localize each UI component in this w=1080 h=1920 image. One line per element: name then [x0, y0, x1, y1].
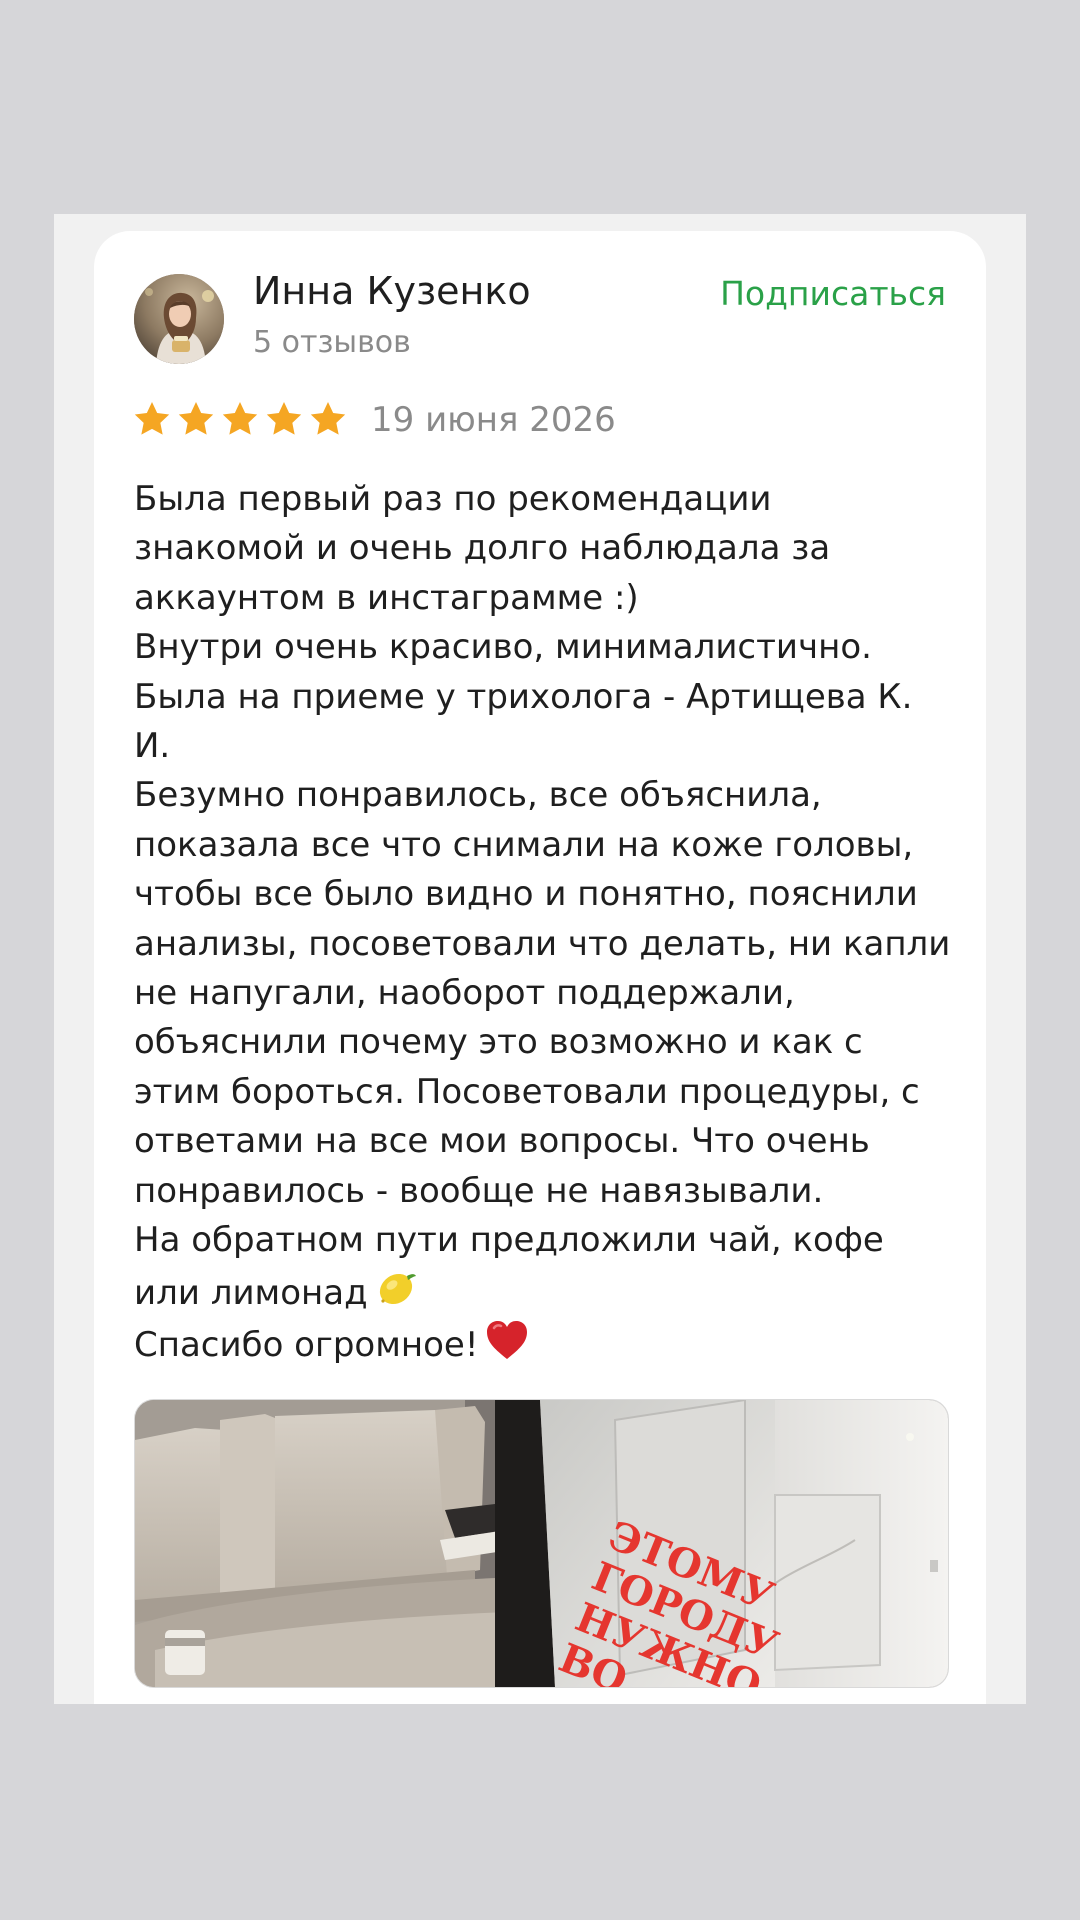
star-icon — [308, 399, 348, 443]
review-text-line: Внутри очень красиво, минималистично. — [134, 623, 954, 672]
review-date: 19 июня 2026 — [371, 400, 616, 440]
review-text-line: анализы, посоветовали что делать, ни кап… — [134, 920, 954, 969]
review-text-segment: ответами на все мои вопросы. Что очень — [134, 1121, 870, 1162]
review-text-line: показала все что снимали на коже головы, — [134, 821, 954, 870]
review-text-segment: этим бороться. Посоветовали процедуры, с — [134, 1071, 920, 1112]
star-icon — [264, 399, 304, 443]
author-avatar[interactable] — [134, 274, 224, 364]
star-icon — [220, 399, 260, 443]
subscribe-button[interactable]: Подписаться — [720, 274, 946, 313]
review-text-segment: или лимонад — [134, 1272, 368, 1313]
review-text-segment: Внутри очень красиво, минималистично. — [134, 627, 872, 668]
review-text-segment: Безумно понравилось, все объяснила, — [134, 775, 822, 816]
review-text-segment: объяснили почему это возможно и как с — [134, 1022, 863, 1063]
review-text-line: Безумно понравилось, все объяснила, — [134, 771, 954, 820]
review-text: Была первый раз по рекомендации знакомой … — [134, 475, 954, 1370]
review-text-segment: знакомой и очень долго наблюдала за — [134, 528, 831, 569]
star-icon — [132, 399, 172, 443]
review-text-line: аккаунтом в инстаграмме :) — [134, 574, 954, 623]
review-text-line: На обратном пути предложили чай, кофе — [134, 1216, 954, 1265]
review-card: Инна Кузенко 5 отзывов Подписаться 19 ию… — [94, 231, 986, 1704]
review-text-line: объяснили почему это возможно и как с — [134, 1018, 954, 1067]
review-text-segment: показала все что снимали на коже головы, — [134, 824, 914, 865]
review-text-line: не напугали, наоборот поддержали, — [134, 969, 954, 1018]
review-text-segment: На обратном пути предложили чай, кофе — [134, 1220, 884, 1261]
lemon-emoji-icon — [374, 1266, 418, 1310]
review-text-line: понравилось - вообще не навязывали. — [134, 1167, 954, 1216]
review-text-line: знакомой и очень долго наблюдала за — [134, 524, 954, 573]
review-text-line: И. — [134, 722, 954, 771]
author-name[interactable]: Инна Кузенко — [253, 269, 531, 313]
review-text-line: ответами на все мои вопросы. Что очень — [134, 1117, 954, 1166]
review-text-line: этим бороться. Посоветовали процедуры, с — [134, 1068, 954, 1117]
review-text-line: Спасибо огромное! — [134, 1318, 954, 1370]
author-review-count: 5 отзывов — [253, 325, 411, 360]
review-text-line: Была первый раз по рекомендации — [134, 475, 954, 524]
red-heart-emoji-icon — [484, 1318, 530, 1362]
review-text-segment: Спасибо огромное! — [134, 1324, 479, 1365]
star-icon — [176, 399, 216, 443]
review-photo[interactable]: ЭТОМУ ГОРОДУ НУЖНО ВО — [134, 1399, 949, 1688]
review-text-segment: анализы, посоветовали что делать, ни кап… — [134, 923, 951, 964]
review-text-line: или лимонад — [134, 1266, 954, 1318]
review-text-segment: аккаунтом в инстаграмме :) — [134, 577, 639, 618]
review-text-segment: Была первый раз по рекомендации — [134, 479, 772, 519]
review-text-line: Была на приеме у трихолога - Артищева К. — [134, 673, 954, 722]
review-text-segment: чтобы все было видно и понятно, пояснили — [134, 874, 918, 915]
review-text-segment: И. — [134, 726, 171, 767]
review-text-segment: не напугали, наоборот поддержали, — [134, 973, 795, 1014]
review-text-segment: понравилось - вообще не навязывали. — [134, 1170, 824, 1211]
rating-stars — [132, 399, 348, 443]
review-text-line: чтобы все было видно и понятно, пояснили — [134, 870, 954, 919]
review-text-segment: Была на приеме у трихолога - Артищева К. — [134, 676, 913, 717]
